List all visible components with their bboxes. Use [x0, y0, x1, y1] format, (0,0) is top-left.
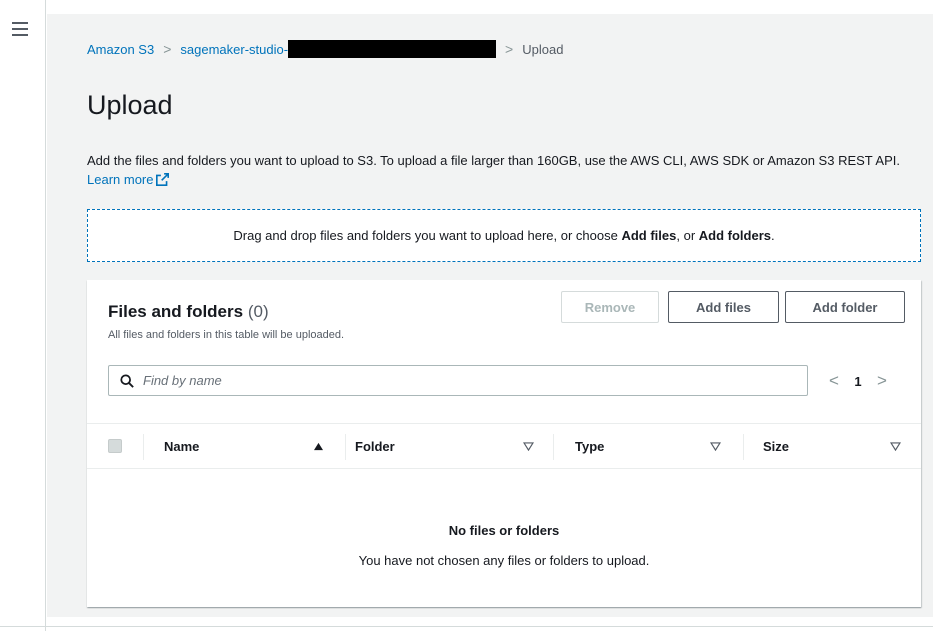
panel-title: Files and folders (0) — [108, 302, 269, 322]
column-header-size[interactable]: Size — [763, 424, 789, 469]
app-frame: Amazon S3 > sagemaker-studio- > Upload U… — [0, 0, 933, 631]
breadcrumb-bucket[interactable]: sagemaker-studio- — [180, 42, 288, 57]
search-box — [108, 365, 808, 396]
learn-more-link[interactable]: Learn more — [87, 172, 170, 187]
dropzone-add-folders-label: Add folders — [698, 228, 771, 243]
files-and-folders-panel: Files and folders (0) All files and fold… — [87, 280, 921, 607]
breadcrumb-amazon-s3[interactable]: Amazon S3 — [87, 42, 154, 57]
column-divider — [743, 434, 744, 460]
breadcrumb-separator: > — [163, 41, 172, 57]
column-divider — [345, 434, 346, 460]
search-input[interactable] — [143, 373, 763, 388]
sort-caret-icon[interactable] — [523, 424, 534, 469]
column-header-folder[interactable]: Folder — [355, 424, 395, 469]
redaction-bar — [288, 40, 497, 58]
column-header-type[interactable]: Type — [575, 424, 604, 469]
dropzone-text: Drag and drop files and folders you want… — [233, 228, 774, 243]
bottom-divider — [0, 626, 933, 627]
search-icon — [120, 373, 134, 388]
current-page-number[interactable]: 1 — [845, 374, 871, 389]
external-link-icon — [156, 173, 170, 186]
previous-page-button[interactable]: < — [823, 369, 845, 393]
empty-state-message: You have not chosen any files or folders… — [358, 553, 650, 568]
description-text: Add the files and folders you want to up… — [87, 153, 900, 168]
column-divider — [553, 434, 554, 460]
next-page-button[interactable]: > — [871, 369, 893, 393]
learn-more-label: Learn more — [87, 172, 154, 187]
panel-item-count: (0) — [247, 302, 269, 321]
table-header: Name Folder Type Size — [87, 423, 921, 469]
breadcrumb: Amazon S3 > sagemaker-studio- > Upload — [87, 40, 563, 58]
page-title: Upload — [87, 90, 173, 120]
add-files-button[interactable]: Add files — [668, 291, 779, 323]
pagination: < 1 > — [823, 369, 893, 393]
panel-subtitle: All files and folders in this table will… — [108, 329, 345, 341]
column-divider — [143, 434, 144, 460]
upload-dropzone[interactable]: Drag and drop files and folders you want… — [87, 209, 921, 262]
sort-ascending-icon[interactable] — [313, 424, 324, 469]
page-description: Add the files and folders you want to up… — [87, 151, 927, 189]
sort-caret-icon[interactable] — [890, 424, 901, 469]
dropzone-add-files-label: Add files — [621, 228, 677, 243]
sort-caret-icon[interactable] — [710, 424, 721, 469]
column-header-name[interactable]: Name — [164, 424, 199, 469]
breadcrumb-current: Upload — [522, 41, 564, 57]
hamburger-menu-icon[interactable] — [12, 22, 28, 36]
remove-button[interactable]: Remove — [561, 291, 659, 323]
dropzone-text-end: . — [771, 228, 775, 243]
dropzone-text-start: Drag and drop files and folders you want… — [233, 228, 622, 243]
add-folder-button[interactable]: Add folder — [785, 291, 905, 323]
main-content: Amazon S3 > sagemaker-studio- > Upload U… — [47, 14, 933, 617]
side-navigation — [0, 0, 46, 631]
dropzone-text-middle: , or — [676, 228, 699, 243]
select-all-checkbox[interactable] — [108, 439, 122, 453]
breadcrumb-separator: > — [505, 41, 514, 57]
panel-title-text: Files and folders — [108, 302, 244, 321]
empty-state-title: No files or folders — [448, 523, 560, 538]
